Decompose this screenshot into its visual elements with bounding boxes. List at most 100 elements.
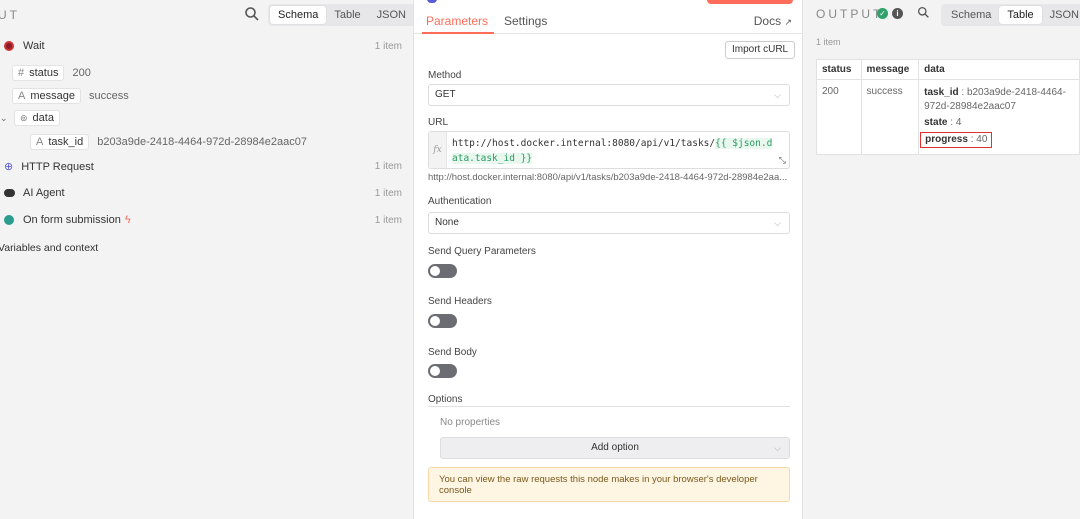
output-view-switch: Schema Table JSON [941, 4, 1080, 26]
field-pill: # status [12, 65, 65, 81]
tab-parameters[interactable]: Parameters [426, 14, 488, 28]
node-count: 1 item [374, 161, 402, 172]
field-key: data [32, 112, 54, 124]
field-key: status [29, 67, 59, 79]
node-http-request[interactable]: ⊕ HTTP Request 1 item [4, 160, 406, 174]
method-value: GET [435, 89, 456, 100]
import-curl-button[interactable]: Import cURL [725, 41, 796, 59]
output-panel: OUTPUT ✓ i Schema Table JSON 1 item stat… [804, 0, 1080, 519]
object-type-icon: ⊚ [20, 112, 28, 123]
search-icon[interactable] [244, 6, 260, 22]
robot-icon [4, 189, 15, 197]
output-view-json[interactable]: JSON [1042, 6, 1080, 24]
active-tab-indicator [422, 32, 494, 34]
cell-message: success [860, 79, 920, 155]
developer-console-notice: You can view the raw requests this node … [428, 467, 790, 502]
url-resolved-preview: http://host.docker.internal:8080/api/v1/… [428, 172, 788, 183]
field-value: success [88, 90, 129, 102]
authentication-value: None [435, 217, 459, 228]
external-link-icon: ↗ [784, 17, 792, 27]
add-option-label: Add option [591, 442, 639, 453]
send-headers-label: Send Headers [428, 296, 492, 307]
kv-key: state [924, 117, 948, 128]
node-ai-agent[interactable]: AI Agent 1 item [4, 187, 406, 199]
field-pill: A task_id [30, 134, 90, 150]
cell-status: 200 [816, 79, 862, 155]
chevron-down-icon: ⌵ [774, 90, 781, 100]
input-panel: UT Schema Table JSON Wait 1 item # statu… [0, 0, 416, 519]
panel-tabs: Parameters Settings Docs ↗ [414, 12, 802, 34]
kv-task-id: task_id : b203a9de-2418-4464-972d-28984e… [924, 87, 1066, 112]
test-step-button[interactable] [707, 0, 793, 4]
parameters-panel: Parameters Settings Docs ↗ Import cURL M… [413, 0, 803, 519]
send-query-toggle[interactable] [428, 264, 457, 278]
search-icon[interactable] [917, 6, 930, 19]
send-body-toggle[interactable] [428, 364, 457, 378]
kv-key: progress [925, 134, 968, 145]
method-label: Method [428, 70, 462, 81]
node-name: HTTP Request [21, 160, 94, 173]
chevron-down-icon: ⌵ [774, 443, 781, 453]
authentication-label: Authentication [428, 196, 492, 207]
output-items-count: 1 item [816, 37, 841, 47]
field-data[interactable]: ⌄ ⊚ data [0, 110, 60, 126]
output-view-schema[interactable]: Schema [943, 6, 999, 24]
input-panel-title: UT [0, 8, 20, 22]
input-view-schema[interactable]: Schema [270, 6, 327, 24]
authentication-select[interactable]: None ⌵ [428, 212, 790, 234]
output-table: status message data 200 success task_id … [816, 59, 1080, 155]
field-task-id[interactable]: A task_id b203a9de-2418-4464-972d-28984e… [30, 134, 307, 150]
method-select[interactable]: GET ⌵ [428, 84, 790, 106]
tab-settings[interactable]: Settings [504, 14, 547, 28]
string-type-icon: A [18, 90, 26, 102]
node-count: 1 item [374, 40, 402, 52]
expand-icon[interactable]: ⤡ [779, 155, 786, 166]
docs-link[interactable]: Docs ↗ [754, 14, 792, 28]
info-icon[interactable]: i [892, 8, 903, 19]
input-view-switch: Schema Table JSON [268, 4, 416, 26]
form-icon [4, 215, 14, 225]
success-check-icon: ✓ [877, 8, 888, 19]
field-value: b203a9de-2418-4464-972d-28984e2aac07 [97, 136, 308, 148]
field-status[interactable]: # status 200 [12, 65, 91, 81]
url-label: URL [428, 117, 449, 128]
node-name: AI Agent [23, 187, 65, 199]
send-query-label: Send Query Parameters [428, 246, 536, 257]
output-view-table[interactable]: Table [999, 6, 1042, 24]
url-prefix: http://host.docker.internal:8080/api/v1/… [452, 138, 716, 149]
globe-icon: ⊕ [4, 161, 14, 173]
column-header: message [860, 59, 920, 80]
table-row: 200 success task_id : b203a9de-2418-4464… [816, 79, 1080, 155]
input-view-table[interactable]: Table [326, 6, 368, 24]
number-type-icon: # [18, 67, 25, 79]
field-message[interactable]: A message success [12, 88, 129, 104]
string-type-icon: A [36, 136, 44, 148]
wait-icon [4, 41, 14, 51]
node-header-icon [427, 0, 437, 3]
output-title: OUTPUT [816, 7, 884, 21]
kv-value: 40 [976, 134, 988, 145]
node-name: Wait [23, 40, 45, 52]
column-header: status [816, 59, 862, 80]
trigger-bolt-icon: ϟ [124, 214, 131, 226]
kv-value: 4 [955, 117, 962, 128]
input-view-json[interactable]: JSON [369, 6, 414, 24]
no-properties-text: No properties [440, 417, 501, 428]
node-wait[interactable]: Wait 1 item [4, 40, 406, 52]
chevron-down-icon: ⌵ [774, 218, 781, 228]
column-header: data [918, 59, 1080, 80]
add-option-button[interactable]: Add option ⌵ [440, 437, 790, 459]
node-count: 1 item [374, 187, 402, 199]
options-label: Options [428, 394, 463, 405]
cell-data: task_id : b203a9de-2418-4464-972d-28984e… [918, 79, 1080, 155]
url-code: http://host.docker.internal:8080/api/v1/… [452, 136, 777, 166]
variables-and-context[interactable]: Variables and context [0, 242, 98, 254]
url-input[interactable]: fx http://host.docker.internal:8080/api/… [428, 131, 790, 169]
chevron-down-icon[interactable]: ⌄ [0, 113, 12, 124]
node-count: 1 item [374, 214, 402, 226]
send-headers-toggle[interactable] [428, 314, 457, 328]
kv-progress-highlighted: progress : 40 [920, 132, 993, 148]
send-body-label: Send Body [428, 347, 477, 358]
node-on-form-submission[interactable]: On form submission ϟ 1 item [4, 214, 406, 226]
field-pill: A message [12, 88, 81, 104]
